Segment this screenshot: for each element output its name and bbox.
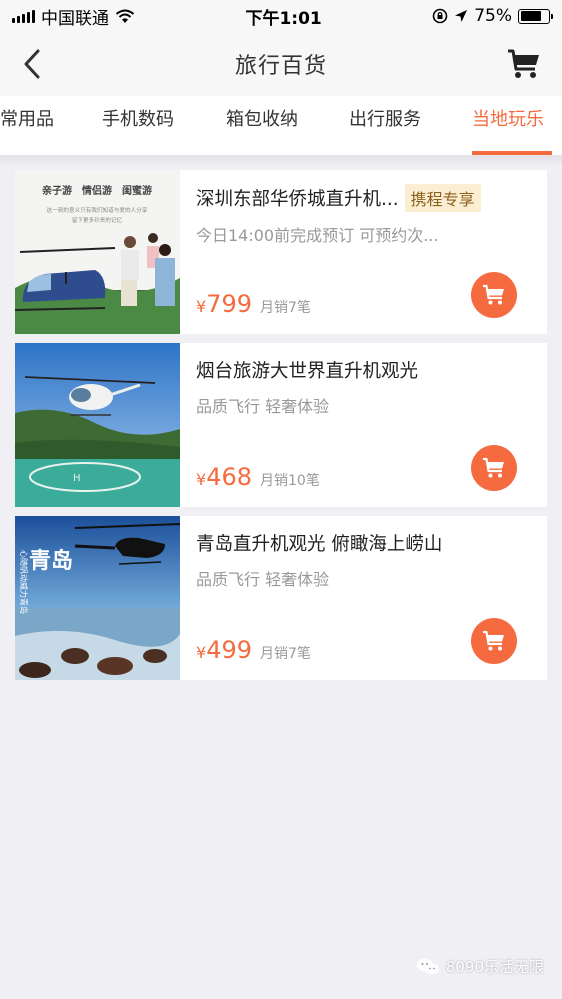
signal-icon	[12, 9, 35, 23]
image-caption-2: 留下更多珍贵的记忆	[72, 216, 123, 224]
watermark: 8090乐活无限	[416, 956, 544, 977]
product-card[interactable]: 亲子游 情侣游 闺蜜游 这一刻的意义只有我们知道与爱的人分享 留下更多珍贵的记忆	[15, 170, 547, 334]
wechat-icon	[416, 958, 439, 974]
product-card[interactable]: H 烟台旅游大世界直升机观光 品质飞行 轻奢体验 ¥468 月销10笔	[15, 343, 547, 507]
product-card[interactable]: 青岛 心随帆动威力青岛 青岛直升机观光 俯瞰海上崂山 品质飞行 轻奢体验 ¥49…	[15, 516, 547, 680]
product-title: 深圳东部华侨城直升机...	[196, 189, 399, 210]
clock: 下午1:01	[245, 8, 322, 29]
battery-icon	[518, 8, 553, 24]
monthly-sales: 月销7笔	[260, 646, 311, 662]
image-caption-1: 这一刻的意义只有我们知道与爱的人分享	[47, 206, 148, 214]
product-price: ¥799	[196, 290, 252, 318]
image-big-text: 青岛	[29, 548, 73, 574]
wifi-icon	[115, 9, 135, 23]
category-tabs: 常用品 手机数码 箱包收纳 出行服务 当地玩乐	[0, 96, 562, 156]
svg-text:H: H	[73, 473, 81, 484]
add-to-cart-button[interactable]	[471, 272, 517, 318]
tab-luggage[interactable]: 箱包收纳	[226, 96, 298, 155]
product-image: 亲子游 情侣游 闺蜜游 这一刻的意义只有我们知道与爱的人分享 留下更多珍贵的记忆	[15, 170, 180, 334]
cart-icon	[483, 457, 504, 478]
product-subtitle: 品质飞行 轻奢体验	[196, 570, 330, 589]
add-to-cart-button[interactable]	[471, 445, 517, 491]
cart-icon	[508, 49, 539, 78]
image-tags: 亲子游 情侣游 闺蜜游	[42, 184, 152, 197]
monthly-sales: 月销10笔	[260, 473, 320, 489]
tab-digital[interactable]: 手机数码	[102, 96, 174, 155]
product-list: 亲子游 情侣游 闺蜜游 这一刻的意义只有我们知道与爱的人分享 留下更多珍贵的记忆	[0, 166, 562, 680]
product-price: ¥468	[196, 463, 252, 491]
carrier-label: 中国联通	[41, 8, 109, 29]
cart-icon	[483, 630, 504, 651]
tab-travel-service[interactable]: 出行服务	[349, 96, 421, 155]
product-title: 烟台旅游大世界直升机观光	[196, 361, 419, 382]
status-bar: 中国联通 下午1:01 75%	[0, 0, 562, 32]
product-price: ¥499	[196, 636, 252, 664]
location-icon	[455, 10, 468, 22]
watermark-text: 8090乐活无限	[445, 958, 544, 976]
monthly-sales: 月销7笔	[260, 300, 311, 316]
page-title: 旅行百货	[234, 54, 327, 79]
chevron-left-icon	[24, 49, 40, 79]
product-image: H	[15, 343, 180, 507]
nav-bar: 旅行百货	[0, 32, 562, 96]
product-title: 青岛直升机观光 俯瞰海上崂山	[196, 534, 443, 555]
product-image: 青岛 心随帆动威力青岛	[15, 516, 180, 680]
rotation-lock-icon	[432, 8, 448, 24]
exclusive-badge: 携程专享	[404, 184, 481, 212]
product-subtitle: 今日14:00前完成预订 可预约次...	[196, 226, 439, 245]
image-side-text: 心随帆动威力青岛	[19, 550, 29, 614]
add-to-cart-button[interactable]	[471, 618, 517, 664]
battery-percent: 75%	[474, 6, 512, 26]
cart-button[interactable]	[506, 48, 542, 80]
active-tab-indicator	[472, 151, 552, 155]
tab-local-fun[interactable]: 当地玩乐	[472, 96, 544, 155]
cart-icon	[483, 284, 504, 305]
back-button[interactable]	[18, 48, 50, 80]
product-subtitle: 品质飞行 轻奢体验	[196, 397, 330, 416]
tab-daily[interactable]: 常用品	[0, 96, 54, 155]
